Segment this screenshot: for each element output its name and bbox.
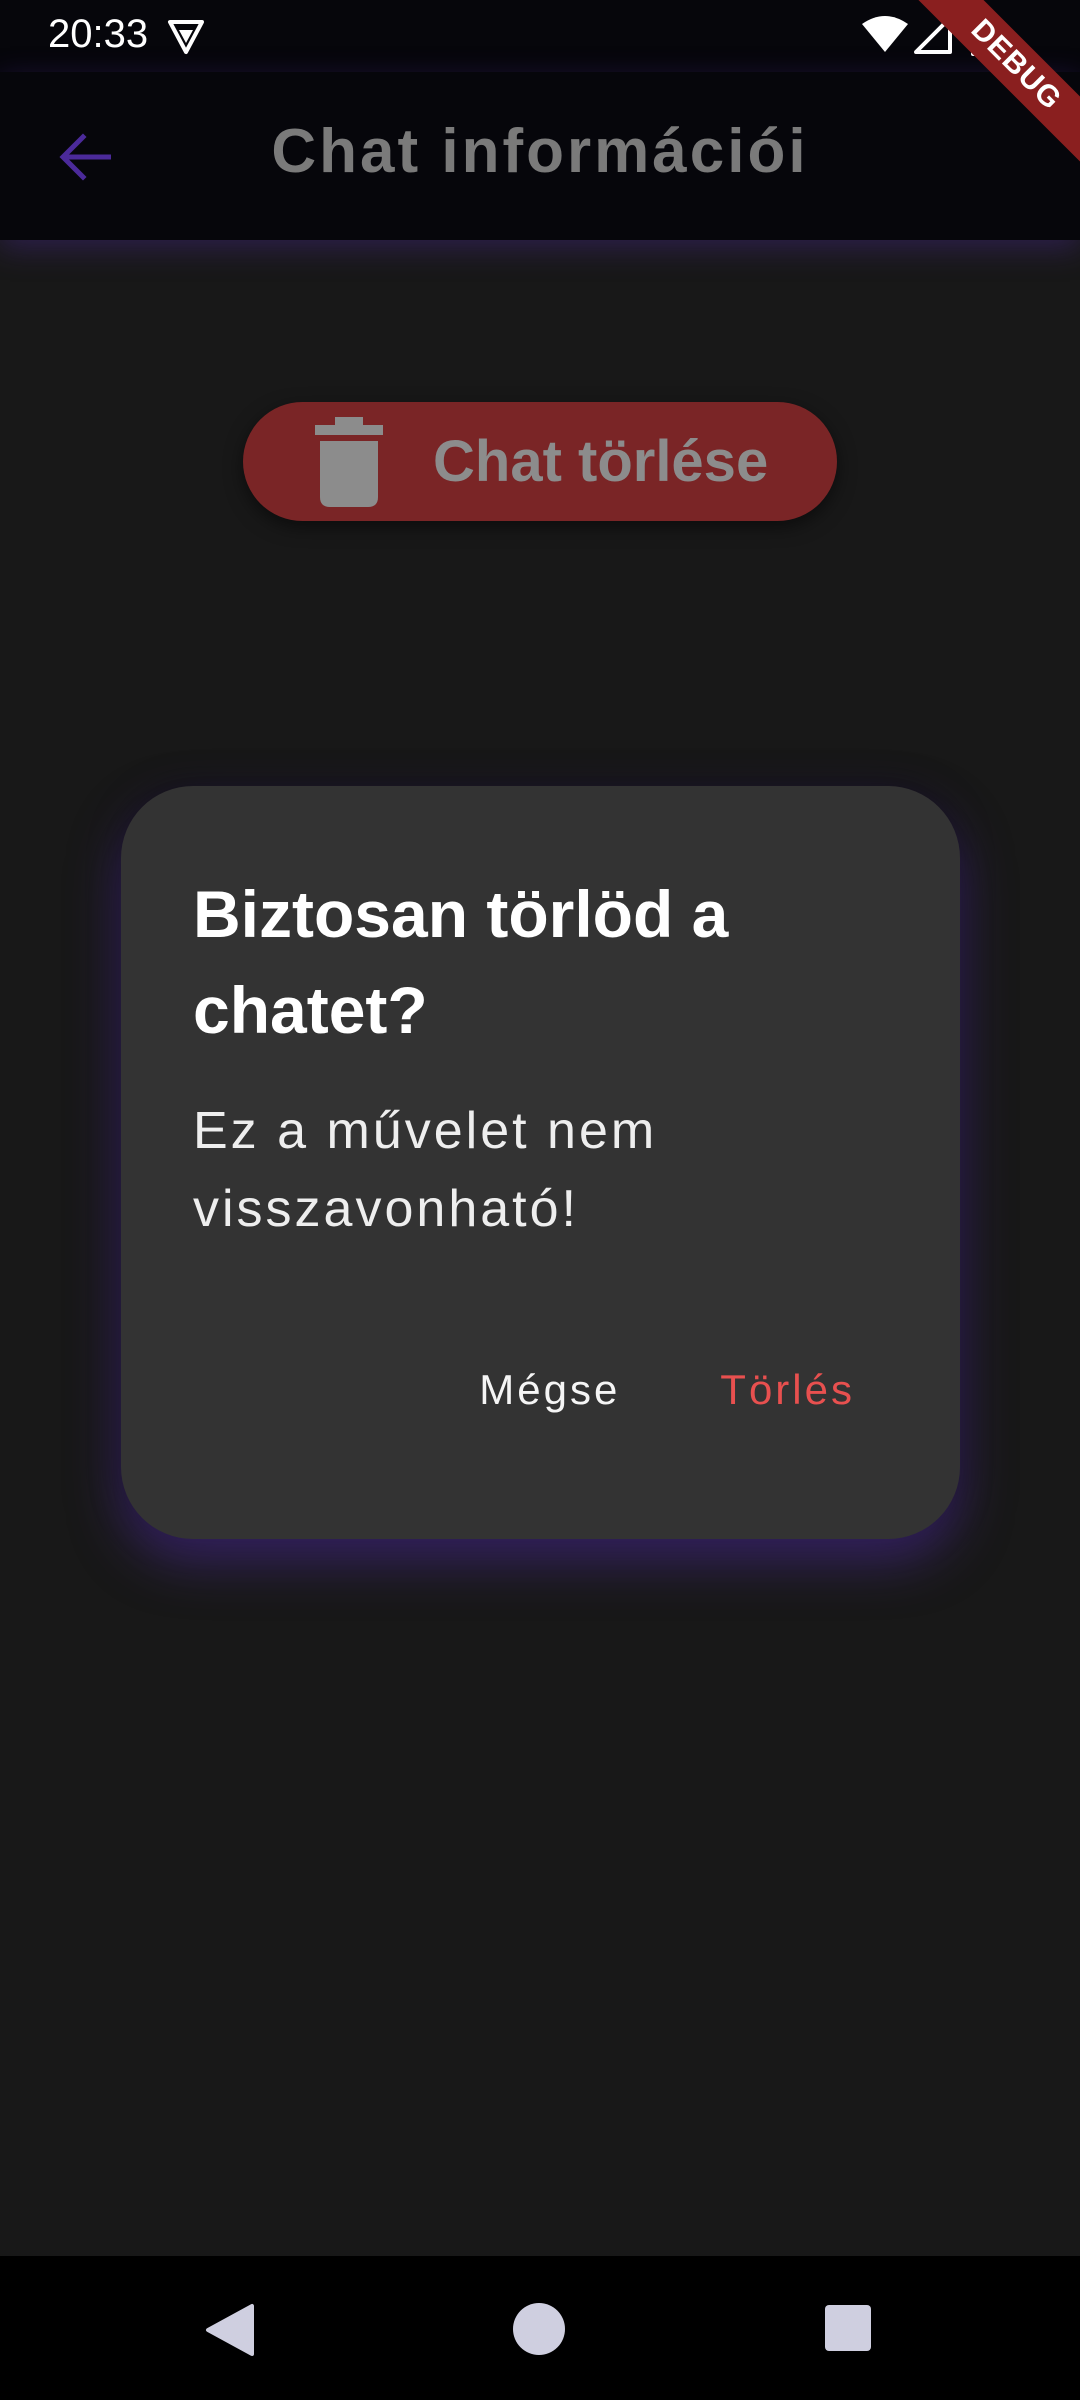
nav-recents-icon[interactable] xyxy=(824,2304,872,2352)
cancel-button[interactable]: Mégse xyxy=(479,1366,620,1414)
system-nav-bar xyxy=(0,2256,1080,2400)
nav-home-icon[interactable] xyxy=(512,2302,566,2356)
dialog-actions: Mégse Törlés xyxy=(479,1366,855,1414)
nav-back-icon[interactable] xyxy=(204,2302,256,2358)
dialog-title: Biztosan törlöd a chatet? xyxy=(193,877,729,1047)
confirm-delete-dialog: Biztosan törlöd a chatet? Ez a művelet n… xyxy=(121,786,960,1539)
debug-banner-label: DEBUG xyxy=(907,0,1080,174)
debug-banner: DEBUG xyxy=(880,0,1080,200)
dialog-message: Ez a művelet nem visszavonható! xyxy=(193,1102,658,1238)
confirm-delete-button[interactable]: Törlés xyxy=(720,1366,855,1414)
